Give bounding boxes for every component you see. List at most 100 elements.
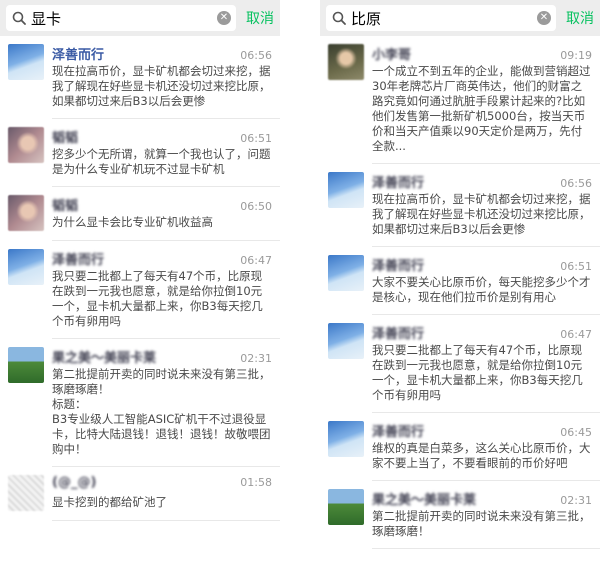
message-time: 06:50	[240, 200, 272, 213]
search-input[interactable]: 比原 ✕	[326, 5, 556, 31]
search-bar: 比原 ✕ 取消	[320, 0, 600, 36]
search-query: 显卡	[31, 9, 62, 28]
results-list: 泽善而行 06:56 现在拉高币价，显卡矿机都会切过来挖，据我了解现在好些显卡机还没…	[0, 36, 280, 521]
sender-name: 小李哥	[372, 48, 412, 63]
left-search-panel: 显卡 ✕ 取消 泽善而行 06:56 现在拉高币价，显卡矿机都会切过来挖，据我了解现…	[0, 0, 280, 576]
message-text: 挖多少个无所谓，就算一个我也认了，问题是为什么专业矿机玩不过显卡矿机	[52, 147, 271, 176]
message-text: 现在拉高币价，显卡矿机都会切过来挖，据我了解现在好些显卡机还没切过来挖比原，如果…	[372, 192, 591, 236]
result-header: 泽善而行 06:56	[52, 44, 272, 63]
message-time: 06:47	[240, 254, 272, 267]
sender-name: 果之美～美丽卡莱	[52, 351, 157, 366]
message-time: 06:51	[240, 132, 272, 145]
result-header: 泽善而行 06:56	[372, 172, 592, 191]
avatar[interactable]	[328, 172, 364, 208]
avatar[interactable]	[8, 127, 44, 163]
search-icon	[331, 10, 347, 26]
message-text: 现在拉高币价，显卡矿机都会切过来挖，据我了解现在好些显卡机还没切过来挖比原，如果…	[52, 64, 271, 108]
message-time: 02:31	[240, 352, 272, 365]
clear-icon[interactable]: ✕	[217, 11, 231, 25]
avatar[interactable]	[328, 44, 364, 80]
message-text: 第二批提前开卖的同时说未来没有第三批，琢磨琢磨！ 标题： B3专业级人工智能AS…	[52, 367, 271, 456]
sender-name: 韬韬	[52, 199, 79, 214]
message-text: 维权的真是白菜多，这么关心比原币价，大家不要上当了，不要看眼前的币价好吧	[372, 441, 591, 470]
result-item[interactable]: 泽善而行 06:45 维权的真是白菜多，这么关心比原币价，大家不要上当了，不要看眼前…	[320, 413, 600, 481]
sender-name: 泽善而行	[372, 176, 425, 191]
message-text: 我只要二批都上了每天有47个币，比原现在跌到一元我也愿意，就是给你拉倒10元一个…	[52, 269, 263, 328]
avatar[interactable]	[8, 475, 44, 511]
avatar[interactable]	[8, 44, 44, 80]
message-time: 06:45	[560, 426, 592, 439]
result-item[interactable]: 泽善而行 06:56 现在拉高币价，显卡矿机都会切过来挖，据我了解现在好些显卡机还没…	[0, 36, 280, 119]
result-item[interactable]: 泽善而行 06:47 我只要二批都上了每天有47个币，比原现在跌到一元我也愿意，就是…	[0, 241, 280, 339]
result-item[interactable]: 果之美～美丽卡莱 02:31 第二批提前开卖的同时说未来没有第三批，琢磨琢磨！ 标题…	[0, 339, 280, 467]
result-body: 果之美～美丽卡莱 02:31 第二批提前开卖的同时说未来没有第三批，琢磨琢磨！	[372, 489, 592, 539]
avatar[interactable]	[8, 195, 44, 231]
message-time: 02:31	[560, 494, 592, 507]
result-body: 泽善而行 06:45 维权的真是白菜多，这么关心比原币价，大家不要上当了，不要看眼前…	[372, 421, 592, 471]
result-body: 泽善而行 06:51 大家不要关心比原币价，每天能挖多少个才是核心，现在他们拉币价是…	[372, 255, 592, 305]
result-header: 果之美～美丽卡莱 02:31	[372, 489, 592, 508]
sender-name: 泽善而行	[372, 425, 425, 440]
search-query: 比原	[351, 9, 382, 28]
avatar[interactable]	[328, 323, 364, 359]
result-body: 小李哥 09:19 一个成立不到五年的企业，能做到营销超过30年老牌芯片厂商英伟达，…	[372, 44, 592, 154]
result-body: 泽善而行 06:56 现在拉高币价，显卡矿机都会切过来挖，据我了解现在好些显卡机还没…	[372, 172, 592, 237]
sender-name: 泽善而行	[52, 48, 105, 63]
result-item[interactable]: (@_@) 01:58 显卡挖到的都给矿池了	[0, 467, 280, 521]
result-header: 小李哥 09:19	[372, 44, 592, 63]
divider	[52, 520, 280, 521]
result-body: 泽善而行 06:47 我只要二批都上了每天有47个币，比原现在跌到一元我也愿意，就是…	[52, 249, 272, 329]
sender-name: (@_@)	[52, 475, 97, 490]
sender-name: 泽善而行	[372, 259, 425, 274]
result-body: 果之美～美丽卡莱 02:31 第二批提前开卖的同时说未来没有第三批，琢磨琢磨！ 标题…	[52, 347, 272, 457]
search-icon	[11, 10, 27, 26]
search-bar: 显卡 ✕ 取消	[0, 0, 280, 36]
message-text: 为什么显卡会比专业矿机收益高	[52, 215, 213, 229]
cancel-button[interactable]: 取消	[246, 8, 274, 28]
divider	[372, 548, 600, 549]
result-item[interactable]: 果之美～美丽卡莱 02:31 第二批提前开卖的同时说未来没有第三批，琢磨琢磨！	[320, 481, 600, 549]
sender-name: 泽善而行	[52, 253, 105, 268]
result-body: 泽善而行 06:47 我只要二批都上了每天有47个币，比原现在跌到一元我也愿意，就是…	[372, 323, 592, 403]
result-header: 韬韬 06:51	[52, 127, 272, 146]
message-text: 显卡挖到的都给矿池了	[52, 495, 167, 509]
message-text: 第二批提前开卖的同时说未来没有第三批，琢磨琢磨！	[372, 509, 591, 538]
result-header: 泽善而行 06:47	[372, 323, 592, 342]
clear-icon[interactable]: ✕	[537, 11, 551, 25]
avatar[interactable]	[328, 421, 364, 457]
message-time: 06:51	[560, 260, 592, 273]
search-input[interactable]: 显卡 ✕	[6, 5, 236, 31]
result-body: 韬韬 06:50 为什么显卡会比专业矿机收益高	[52, 195, 272, 231]
result-item[interactable]: 韬韬 06:51 挖多少个无所谓，就算一个我也认了，问题是为什么专业矿机玩不过显卡矿…	[0, 119, 280, 187]
result-item[interactable]: 泽善而行 06:51 大家不要关心比原币价，每天能挖多少个才是核心，现在他们拉币价是…	[320, 247, 600, 315]
cancel-button[interactable]: 取消	[566, 8, 594, 28]
avatar[interactable]	[8, 347, 44, 383]
result-body: 泽善而行 06:56 现在拉高币价，显卡矿机都会切过来挖，据我了解现在好些显卡机还没…	[52, 44, 272, 109]
result-body: (@_@) 01:58 显卡挖到的都给矿池了	[52, 475, 272, 511]
result-item[interactable]: 泽善而行 06:47 我只要二批都上了每天有47个币，比原现在跌到一元我也愿意，就是…	[320, 315, 600, 413]
message-time: 01:58	[240, 476, 272, 489]
message-text: 大家不要关心比原币价，每天能挖多少个才是核心，现在他们拉币价是别有用心	[372, 275, 591, 304]
result-body: 韬韬 06:51 挖多少个无所谓，就算一个我也认了，问题是为什么专业矿机玩不过显卡矿…	[52, 127, 272, 177]
result-header: 果之美～美丽卡莱 02:31	[52, 347, 272, 366]
message-time: 06:56	[240, 49, 272, 62]
sender-name: 泽善而行	[372, 327, 425, 342]
message-text: 一个成立不到五年的企业，能做到营销超过30年老牌芯片厂商英伟达，他们的财富之路究…	[372, 64, 591, 153]
avatar[interactable]	[328, 255, 364, 291]
result-item[interactable]: 泽善而行 06:56 现在拉高币价，显卡矿机都会切过来挖，据我了解现在好些显卡机还没…	[320, 164, 600, 247]
message-time: 09:19	[560, 49, 592, 62]
result-header: 泽善而行 06:45	[372, 421, 592, 440]
result-header: 泽善而行 06:51	[372, 255, 592, 274]
result-item[interactable]: 韬韬 06:50 为什么显卡会比专业矿机收益高	[0, 187, 280, 241]
right-search-panel: 比原 ✕ 取消 小李哥 09:19 一个成立不到五年的企业，能做到营销超过30年老牌…	[320, 0, 600, 576]
avatar[interactable]	[8, 249, 44, 285]
result-header: 泽善而行 06:47	[52, 249, 272, 268]
sender-name: 果之美～美丽卡莱	[372, 493, 477, 508]
result-item[interactable]: 小李哥 09:19 一个成立不到五年的企业，能做到营销超过30年老牌芯片厂商英伟达，…	[320, 36, 600, 164]
sender-name: 韬韬	[52, 131, 79, 146]
avatar[interactable]	[328, 489, 364, 525]
result-header: (@_@) 01:58	[52, 475, 272, 493]
result-header: 韬韬 06:50	[52, 195, 272, 214]
message-time: 06:56	[560, 177, 592, 190]
message-text: 我只要二批都上了每天有47个币，比原现在跌到一元我也愿意，就是给你拉倒10元一个…	[372, 343, 583, 402]
